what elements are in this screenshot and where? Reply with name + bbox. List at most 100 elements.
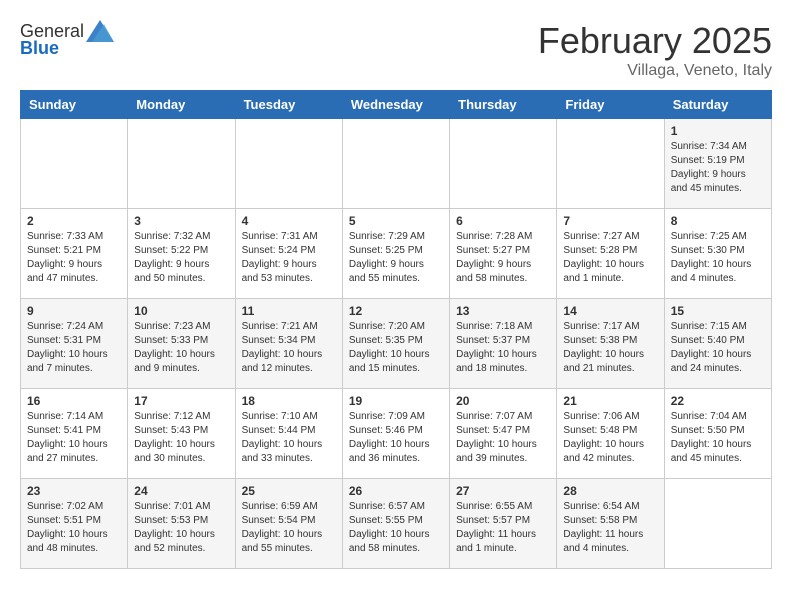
calendar-cell: 18 Sunrise: 7:10 AM Sunset: 5:44 PM Dayli… [235,389,342,479]
calendar-cell [21,119,128,209]
day-info: Sunrise: 7:07 AM Sunset: 5:47 PM Dayligh… [456,410,550,466]
logo-icon [86,20,114,42]
weekday-header: Tuesday [235,91,342,119]
calendar-week-row: 2 Sunrise: 7:33 AM Sunset: 5:21 PM Daylig… [21,209,772,299]
calendar-cell: 3Sunrise: 7:32 AM Sunset: 5:22 PM Daylig… [128,209,235,299]
day-info: Sunrise: 7:18 AM Sunset: 5:37 PM Dayligh… [456,320,550,376]
calendar-cell: 16 Sunrise: 7:14 AM Sunset: 5:41 PM Dayli… [21,389,128,479]
calendar-cell: 26Sunrise: 6:57 AM Sunset: 5:55 PM Dayli… [342,479,449,569]
calendar-cell: 15 Sunrise: 7:15 AM Sunset: 5:40 PM Dayli… [664,299,771,389]
calendar-cell: 21 Sunrise: 7:06 AM Sunset: 5:48 PM Dayli… [557,389,664,479]
day-number: 11 [242,304,336,318]
day-info: Sunrise: 7:21 AM Sunset: 5:34 PM Dayligh… [242,320,336,376]
day-number: 10 [134,304,228,318]
day-info: Sunrise: 7:27 AM Sunset: 5:28 PM Dayligh… [563,230,657,286]
calendar-week-row: 16 Sunrise: 7:14 AM Sunset: 5:41 PM Dayli… [21,389,772,479]
calendar-cell: 17Sunrise: 7:12 AM Sunset: 5:43 PM Dayli… [128,389,235,479]
logo-blue: Blue [20,38,59,59]
calendar-cell: 6 Sunrise: 7:28 AM Sunset: 5:27 PM Daylig… [450,209,557,299]
day-info: Sunrise: 7:02 AM Sunset: 5:51 PM Dayligh… [27,500,121,556]
day-number: 13 [456,304,550,318]
day-info: Sunrise: 7:29 AM Sunset: 5:25 PM Dayligh… [349,230,443,286]
calendar-cell: 10 Sunrise: 7:23 AM Sunset: 5:33 PM Dayli… [128,299,235,389]
day-number: 9 [27,304,121,318]
day-info: Sunrise: 7:10 AM Sunset: 5:44 PM Dayligh… [242,410,336,466]
day-number: 12 [349,304,443,318]
calendar-week-row: 23 Sunrise: 7:02 AM Sunset: 5:51 PM Dayli… [21,479,772,569]
day-info: Sunrise: 7:06 AM Sunset: 5:48 PM Dayligh… [563,410,657,466]
day-info: Sunrise: 7:14 AM Sunset: 5:41 PM Dayligh… [27,410,121,466]
day-info: Sunrise: 7:28 AM Sunset: 5:27 PM Dayligh… [456,230,550,286]
day-number: 18 [242,394,336,408]
calendar-cell: 25 Sunrise: 6:59 AM Sunset: 5:54 PM Dayli… [235,479,342,569]
title-block: February 2025 Villaga, Veneto, Italy [538,20,772,80]
day-number: 24 [134,484,228,498]
day-info: Sunrise: 7:23 AM Sunset: 5:33 PM Dayligh… [134,320,228,376]
weekday-header: Saturday [664,91,771,119]
page-header: General Blue February 2025 Villaga, Vene… [20,20,772,80]
location: Villaga, Veneto, Italy [538,62,772,80]
day-info: Sunrise: 7:33 AM Sunset: 5:21 PM Dayligh… [27,230,121,286]
day-number: 28 [563,484,657,498]
day-info: Sunrise: 6:57 AM Sunset: 5:55 PM Dayligh… [349,500,443,556]
day-info: Sunrise: 7:31 AM Sunset: 5:24 PM Dayligh… [242,230,336,286]
day-number: 15 [671,304,765,318]
calendar-cell: 1 Sunrise: 7:34 AM Sunset: 5:19 PM Daylig… [664,119,771,209]
day-info: Sunrise: 6:54 AM Sunset: 5:58 PM Dayligh… [563,500,657,556]
calendar-cell: 7Sunrise: 7:27 AM Sunset: 5:28 PM Daylig… [557,209,664,299]
day-number: 25 [242,484,336,498]
day-number: 27 [456,484,550,498]
calendar-cell [235,119,342,209]
logo: General Blue [20,20,114,59]
day-info: Sunrise: 7:34 AM Sunset: 5:19 PM Dayligh… [671,140,765,196]
calendar-table: SundayMondayTuesdayWednesdayThursdayFrid… [20,90,772,569]
calendar-cell: 23 Sunrise: 7:02 AM Sunset: 5:51 PM Dayli… [21,479,128,569]
day-number: 6 [456,214,550,228]
day-info: Sunrise: 7:25 AM Sunset: 5:30 PM Dayligh… [671,230,765,286]
weekday-header: Sunday [21,91,128,119]
day-number: 1 [671,124,765,138]
day-number: 21 [563,394,657,408]
calendar-cell: 24 Sunrise: 7:01 AM Sunset: 5:53 PM Dayli… [128,479,235,569]
day-number: 8 [671,214,765,228]
day-info: Sunrise: 7:20 AM Sunset: 5:35 PM Dayligh… [349,320,443,376]
weekday-header: Wednesday [342,91,449,119]
day-number: 22 [671,394,765,408]
day-info: Sunrise: 7:24 AM Sunset: 5:31 PM Dayligh… [27,320,121,376]
calendar-cell: 22 Sunrise: 7:04 AM Sunset: 5:50 PM Dayli… [664,389,771,479]
day-number: 20 [456,394,550,408]
day-info: Sunrise: 6:55 AM Sunset: 5:57 PM Dayligh… [456,500,550,556]
day-number: 2 [27,214,121,228]
calendar-cell [342,119,449,209]
weekday-header: Friday [557,91,664,119]
calendar-cell: 4Sunrise: 7:31 AM Sunset: 5:24 PM Daylig… [235,209,342,299]
calendar-cell [664,479,771,569]
day-info: Sunrise: 7:09 AM Sunset: 5:46 PM Dayligh… [349,410,443,466]
calendar-cell: 19 Sunrise: 7:09 AM Sunset: 5:46 PM Dayli… [342,389,449,479]
calendar-cell [557,119,664,209]
day-info: Sunrise: 7:01 AM Sunset: 5:53 PM Dayligh… [134,500,228,556]
day-info: Sunrise: 7:04 AM Sunset: 5:50 PM Dayligh… [671,410,765,466]
day-number: 5 [349,214,443,228]
calendar-cell: 13 Sunrise: 7:18 AM Sunset: 5:37 PM Dayli… [450,299,557,389]
calendar-cell [450,119,557,209]
day-info: Sunrise: 7:15 AM Sunset: 5:40 PM Dayligh… [671,320,765,376]
day-number: 3 [134,214,228,228]
day-number: 16 [27,394,121,408]
day-info: Sunrise: 6:59 AM Sunset: 5:54 PM Dayligh… [242,500,336,556]
day-number: 14 [563,304,657,318]
calendar-cell: 2 Sunrise: 7:33 AM Sunset: 5:21 PM Daylig… [21,209,128,299]
calendar-cell: 27 Sunrise: 6:55 AM Sunset: 5:57 PM Dayli… [450,479,557,569]
calendar-cell: 14 Sunrise: 7:17 AM Sunset: 5:38 PM Dayli… [557,299,664,389]
weekday-header-row: SundayMondayTuesdayWednesdayThursdayFrid… [21,91,772,119]
calendar-week-row: 1 Sunrise: 7:34 AM Sunset: 5:19 PM Daylig… [21,119,772,209]
day-number: 23 [27,484,121,498]
calendar-cell: 11 Sunrise: 7:21 AM Sunset: 5:34 PM Dayli… [235,299,342,389]
day-info: Sunrise: 7:17 AM Sunset: 5:38 PM Dayligh… [563,320,657,376]
day-number: 19 [349,394,443,408]
calendar-cell: 12 Sunrise: 7:20 AM Sunset: 5:35 PM Dayli… [342,299,449,389]
weekday-header: Monday [128,91,235,119]
calendar-cell: 9 Sunrise: 7:24 AM Sunset: 5:31 PM Daylig… [21,299,128,389]
calendar-cell: 8 Sunrise: 7:25 AM Sunset: 5:30 PM Daylig… [664,209,771,299]
calendar-week-row: 9 Sunrise: 7:24 AM Sunset: 5:31 PM Daylig… [21,299,772,389]
